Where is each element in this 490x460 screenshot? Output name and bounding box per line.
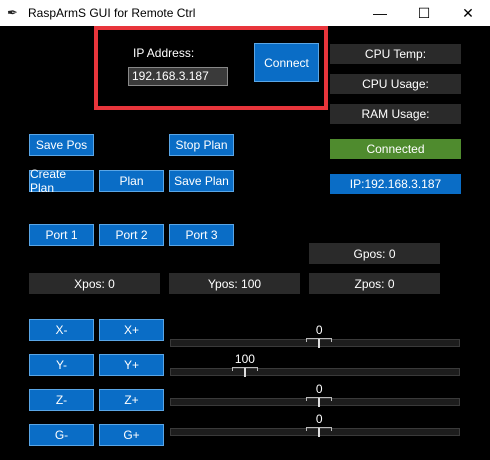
- x-plus-button[interactable]: X+: [99, 319, 164, 341]
- ip-address-label: IP Address:: [133, 46, 195, 60]
- ram-usage-label: RAM Usage:: [330, 104, 461, 124]
- port-1-button[interactable]: Port 1: [29, 224, 94, 246]
- y-minus-button[interactable]: Y-: [29, 354, 94, 376]
- y-slider-value: 100: [234, 352, 255, 366]
- connect-button[interactable]: Connect: [254, 43, 319, 82]
- stop-plan-button[interactable]: Stop Plan: [169, 134, 234, 156]
- y-plus-button[interactable]: Y+: [99, 354, 164, 376]
- port-3-button[interactable]: Port 3: [169, 224, 234, 246]
- y-slider-thumb[interactable]: [232, 367, 259, 377]
- x-minus-button[interactable]: X-: [29, 319, 94, 341]
- xpos-label: Xpos: 0: [29, 273, 160, 294]
- cpu-usage-label: CPU Usage:: [330, 74, 461, 94]
- gpos-label: Gpos: 0: [309, 243, 440, 264]
- g-plus-button[interactable]: G+: [99, 424, 164, 446]
- title-bar: ✒ RaspArmS GUI for Remote Ctrl — ☐ ✕: [0, 0, 490, 26]
- feather-icon: ✒: [7, 5, 18, 20]
- maximize-button[interactable]: ☐: [402, 0, 446, 26]
- zpos-label: Zpos: 0: [309, 273, 440, 294]
- save-pos-button[interactable]: Save Pos: [29, 134, 94, 156]
- g-minus-button[interactable]: G-: [29, 424, 94, 446]
- ip-address-input[interactable]: 192.168.3.187: [128, 67, 228, 86]
- cpu-temp-label: CPU Temp:: [330, 44, 461, 64]
- connection-status-badge: Connected: [330, 139, 461, 159]
- ypos-label: Ypos: 100: [169, 273, 300, 294]
- z-slider-value: 0: [315, 382, 323, 396]
- g-slider-value: 0: [315, 412, 323, 426]
- save-plan-button[interactable]: Save Plan: [169, 170, 234, 192]
- close-button[interactable]: ✕: [446, 0, 490, 26]
- create-plan-button[interactable]: Create Plan: [29, 167, 94, 195]
- x-slider-thumb[interactable]: [306, 338, 333, 348]
- ip-display-label: IP:192.168.3.187: [330, 174, 461, 194]
- port-2-button[interactable]: Port 2: [99, 224, 164, 246]
- z-minus-button[interactable]: Z-: [29, 389, 94, 411]
- plan-button[interactable]: Plan: [99, 170, 164, 192]
- z-plus-button[interactable]: Z+: [99, 389, 164, 411]
- z-slider-thumb[interactable]: [306, 397, 333, 407]
- y-slider-trough[interactable]: [170, 368, 460, 376]
- x-slider-value: 0: [315, 323, 323, 337]
- window-title: RaspArmS GUI for Remote Ctrl: [28, 6, 196, 20]
- minimize-button[interactable]: —: [358, 0, 402, 26]
- main-panel: IP Address: 192.168.3.187 Connect CPU Te…: [0, 26, 490, 460]
- g-slider-thumb[interactable]: [306, 427, 333, 437]
